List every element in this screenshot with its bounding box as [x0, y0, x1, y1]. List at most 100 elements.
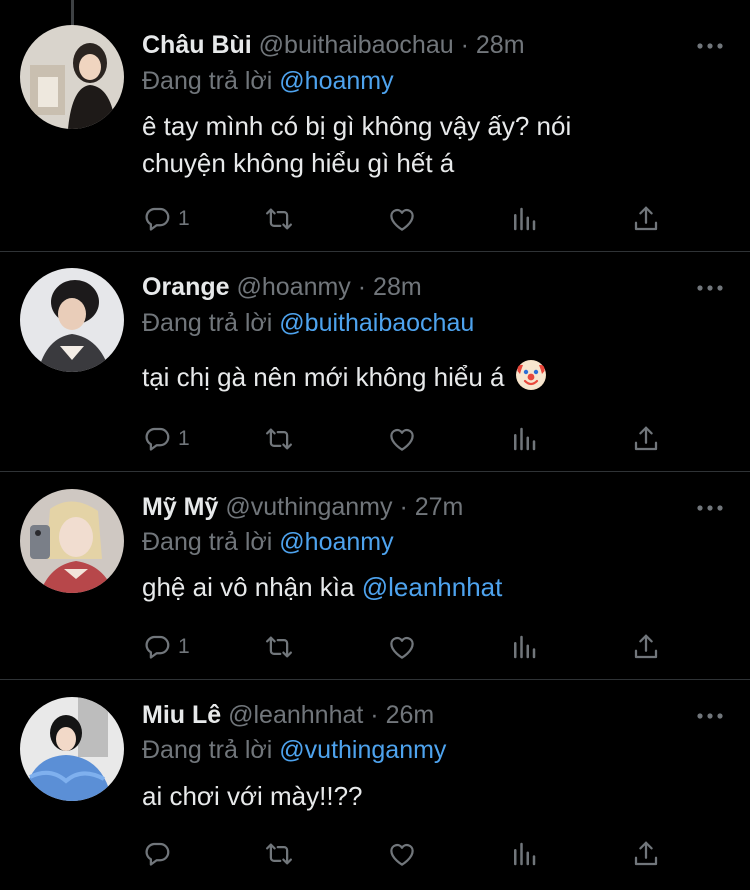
reply-context: Đang trả lời @hoanmy — [142, 527, 394, 557]
reply-count: 1 — [178, 427, 190, 450]
like-icon — [387, 632, 417, 662]
tweet-text: tại chị gà nên mới không hiểu á — [142, 359, 546, 396]
tweet-text: ghệ ai vô nhận kìa @leanhnhat — [142, 569, 502, 606]
reply-prefix: Đang trả lời — [142, 736, 273, 764]
user-handle[interactable]: @hoanmy — [236, 273, 350, 301]
reply-count: 1 — [178, 207, 190, 230]
timestamp[interactable]: 26m — [386, 701, 435, 729]
tweet-header: Châu Bùi @buithaibaochau · 28m — [142, 30, 525, 60]
share-icon — [631, 632, 661, 662]
reply-button[interactable]: 1 — [142, 202, 190, 236]
tweet-text-content: ai chơi với mày!!?? — [142, 781, 363, 811]
retweet-button[interactable] — [264, 422, 294, 456]
display-name[interactable]: Orange — [142, 273, 230, 301]
like-button[interactable] — [387, 202, 417, 236]
analytics-icon — [509, 424, 539, 454]
avatar[interactable] — [20, 697, 124, 801]
avatar[interactable] — [20, 489, 124, 593]
retweet-button[interactable] — [264, 630, 294, 664]
more-icon[interactable] — [694, 36, 726, 56]
retweet-icon — [264, 839, 294, 869]
display-name[interactable]: Châu Bùi — [142, 31, 252, 59]
reply-count: 1 — [178, 635, 190, 658]
reply-context: Đang trả lời @vuthinganmy — [142, 735, 446, 765]
user-handle[interactable]: @vuthinganmy — [225, 493, 392, 521]
more-icon[interactable] — [694, 278, 726, 298]
avatar[interactable] — [20, 268, 124, 372]
tweet-actions: 1 — [142, 202, 672, 236]
retweet-icon — [264, 204, 294, 234]
tweet-actions — [142, 837, 672, 871]
retweet-button[interactable] — [264, 837, 294, 871]
timestamp[interactable]: 27m — [415, 493, 464, 521]
analytics-icon — [509, 632, 539, 662]
tweet-header: Miu Lê @leanhnhat · 26m — [142, 700, 434, 730]
reply-mention-link[interactable]: @hoanmy — [279, 67, 393, 95]
tweet-text-content: ghệ ai vô nhận kìa — [142, 572, 355, 602]
user-handle[interactable]: @leanhnhat — [228, 701, 363, 729]
reply-button[interactable]: 1 — [142, 630, 190, 664]
tweet-text-line: chuyện không hiểu gì hết á — [142, 148, 455, 178]
reply-mention-link[interactable]: @buithaibaochau — [279, 309, 474, 337]
timestamp[interactable]: 28m — [373, 273, 422, 301]
analytics-button[interactable] — [509, 630, 539, 664]
mention-link[interactable]: @leanhnhat — [362, 572, 503, 602]
separator-dot: · — [460, 31, 469, 59]
tweet-actions: 1 — [142, 630, 672, 664]
tweet-text-content: tại chị gà nên mới không hiểu á — [142, 362, 505, 392]
more-icon[interactable] — [694, 706, 726, 726]
like-button[interactable] — [387, 630, 417, 664]
tweet-text: ai chơi với mày!!?? — [142, 778, 363, 815]
share-icon — [631, 204, 661, 234]
tweet-actions: 1 — [142, 422, 672, 456]
separator-dot: · — [370, 701, 379, 729]
tweet-text: ê tay mình có bị gì không vậy ấy? nói ch… — [142, 108, 571, 182]
reply-prefix: Đang trả lời — [142, 528, 273, 556]
reply-icon — [142, 204, 172, 234]
analytics-button[interactable] — [509, 422, 539, 456]
share-button[interactable] — [631, 630, 661, 664]
tweet[interactable]: Mỹ Mỹ @vuthinganmy · 27m Đang trả lời @h… — [0, 472, 750, 680]
timestamp[interactable]: 28m — [476, 31, 525, 59]
analytics-icon — [509, 204, 539, 234]
like-icon — [387, 839, 417, 869]
retweet-button[interactable] — [264, 202, 294, 236]
reply-mention-link[interactable]: @hoanmy — [279, 528, 393, 556]
reply-prefix: Đang trả lời — [142, 309, 273, 337]
separator-dot: · — [399, 493, 408, 521]
tweet[interactable]: Miu Lê @leanhnhat · 26m Đang trả lời @vu… — [0, 680, 750, 890]
like-button[interactable] — [387, 422, 417, 456]
display-name[interactable]: Mỹ Mỹ — [142, 493, 218, 521]
share-icon — [631, 424, 661, 454]
avatar[interactable] — [20, 25, 124, 129]
share-button[interactable] — [631, 837, 661, 871]
separator-dot: · — [357, 273, 367, 301]
user-handle[interactable]: @buithaibaochau — [259, 31, 454, 59]
more-icon[interactable] — [694, 498, 726, 518]
tweet[interactable]: Châu Bùi @buithaibaochau · 28m Đang trả … — [0, 0, 750, 252]
reply-context: Đang trả lời @buithaibaochau — [142, 308, 474, 338]
display-name[interactable]: Miu Lê — [142, 701, 221, 729]
clown-face-emoji — [515, 360, 546, 390]
analytics-icon — [509, 839, 539, 869]
like-icon — [387, 424, 417, 454]
share-button[interactable] — [631, 202, 661, 236]
reply-icon — [142, 839, 172, 869]
analytics-button[interactable] — [509, 837, 539, 871]
like-button[interactable] — [387, 837, 417, 871]
reply-button[interactable] — [142, 837, 178, 871]
tweet[interactable]: Orange @hoanmy · 28m Đang trả lời @buith… — [0, 252, 750, 472]
retweet-icon — [264, 632, 294, 662]
analytics-button[interactable] — [509, 202, 539, 236]
tweet-header: Orange @hoanmy · 28m — [142, 272, 422, 302]
tweet-text-line: ê tay mình có bị gì không vậy ấy? nói — [142, 111, 572, 141]
reply-icon — [142, 632, 172, 662]
tweet-header: Mỹ Mỹ @vuthinganmy · 27m — [142, 492, 463, 522]
reply-context: Đang trả lời @hoanmy — [142, 66, 394, 96]
reply-mention-link[interactable]: @vuthinganmy — [279, 736, 446, 764]
share-button[interactable] — [631, 422, 661, 456]
reply-icon — [142, 424, 172, 454]
like-icon — [387, 204, 417, 234]
share-icon — [631, 839, 661, 869]
reply-button[interactable]: 1 — [142, 422, 190, 456]
